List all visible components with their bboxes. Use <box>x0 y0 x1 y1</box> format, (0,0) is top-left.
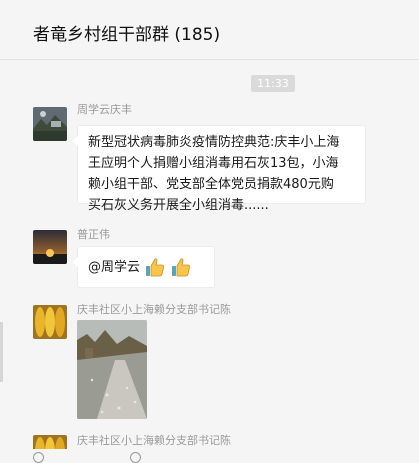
thumbs-up-icon <box>170 256 192 278</box>
avatar-sunset[interactable] <box>33 230 67 264</box>
emoji-icon[interactable] <box>33 452 44 463</box>
message-line: 新型冠状病毒肺炎疫情防控典范:庆丰小上海 <box>88 135 340 150</box>
avatar-landscape[interactable] <box>33 107 67 141</box>
input-toolbar <box>0 449 419 457</box>
message-bubble[interactable]: @周学云 <box>72 246 215 288</box>
sender-name: 庆丰社区小上海赖分支部书记陈 <box>77 303 231 316</box>
sender-name: 普正伟 <box>77 228 110 241</box>
time-badge: 11:33 <box>251 75 295 92</box>
message-line: 王应明个人捐赠小组消毒用石灰13包，小海 <box>88 156 339 171</box>
scrollbar-handle[interactable] <box>0 322 3 382</box>
chat-history-icon[interactable] <box>130 452 141 463</box>
message-line: 买石灰义务开展全小组消毒...... <box>88 198 269 213</box>
photo-village-road[interactable] <box>77 320 147 419</box>
mention-text: @周学云 <box>88 259 141 275</box>
sender-name: 周学云庆丰 <box>77 103 132 116</box>
message-list[interactable]: 11:33 周学云庆丰 新型冠状病毒肺炎疫情防控典范:庆丰小上海 王应明个人捐赠… <box>0 60 419 457</box>
sender-name: 庆丰社区小上海赖分支部书记陈 <box>77 434 231 447</box>
message-bubble[interactable]: 新型冠状病毒肺炎疫情防控典范:庆丰小上海 王应明个人捐赠小组消毒用石灰13包，小… <box>72 125 366 213</box>
chat-header: 者竜乡村组干部群 (185) <box>0 0 419 60</box>
chat-title[interactable]: 者竜乡村组干部群 (185) <box>33 20 220 45</box>
message-line: 赖小组干部、党支部全体党员捐款480元购 <box>88 177 334 192</box>
avatar-corn[interactable] <box>33 305 67 339</box>
thumbs-up-icon <box>144 256 166 278</box>
